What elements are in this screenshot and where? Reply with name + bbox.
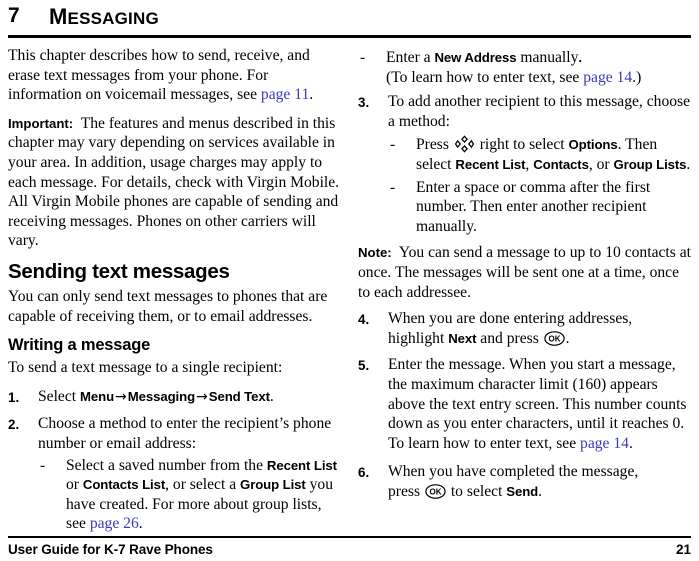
step-6-number: 6. <box>358 465 370 481</box>
menu-item-new-address[interactable]: New Address <box>435 50 517 65</box>
steps-list-left: 1. Select Menu→Messaging→Send Text. 2. C… <box>8 387 341 534</box>
note-text: You can send a message to up to 10 conta… <box>358 244 691 301</box>
step-4: 4. When you are done entering addresses,… <box>358 309 691 348</box>
step-3-dash-item-1: - Press right to select Options. Then se… <box>388 135 691 174</box>
step-6-mid: to select <box>446 482 507 500</box>
link-page-26[interactable]: page 26 <box>90 515 139 532</box>
step-1-text-post: . <box>269 387 274 405</box>
chapter-header: 7 MESSAGING <box>8 2 691 34</box>
step-3: 3. To add another recipient to this mess… <box>358 92 691 236</box>
important-paragraph: Important: The features and menus descri… <box>8 114 341 251</box>
header-divider <box>8 35 691 38</box>
menu-item-recent-list[interactable]: Recent List <box>267 458 337 473</box>
link-page-14-a[interactable]: page 14 <box>583 69 632 86</box>
step-3-mid-text: right to select <box>475 136 569 154</box>
step-3-sep-2: , or <box>588 155 614 173</box>
arrow-icon-1: → <box>115 388 127 405</box>
section-heading-sending-text-messages: Sending text messages <box>8 259 230 283</box>
menu-item-contacts[interactable]: Contacts <box>533 157 589 172</box>
step-2: 2. Choose a method to enter the recipien… <box>8 414 341 534</box>
step-3-dash-2-text: Enter a space or comma after the first n… <box>416 178 651 235</box>
step-3-number: 3. <box>358 95 370 111</box>
menu-item-group-lists[interactable]: Group Lists <box>614 157 687 172</box>
note-paragraph: Note: You can send a message to up to 10… <box>358 243 691 302</box>
menu-item-next[interactable]: Next <box>448 331 476 346</box>
step-3-post: . <box>686 155 691 173</box>
link-page-14-b[interactable]: page 14 <box>580 435 629 452</box>
steps-list-right-2: 4. When you are done entering addresses,… <box>358 309 691 501</box>
new-address-line2-post: .) <box>632 68 642 86</box>
step-3-dash-item-2: - Enter a space or comma after the first… <box>388 178 691 237</box>
link-page-11[interactable]: page 11 <box>261 86 309 103</box>
dash-text-1: Select a saved number from the <box>66 456 267 474</box>
step-2-dash-item-1: - Select a saved number from the Recent … <box>38 456 341 534</box>
step-4-mid: and press <box>476 329 543 347</box>
note-label: Note: <box>358 245 392 261</box>
intro-paragraph: This chapter describes how to send, rece… <box>8 46 341 105</box>
step-4-post: . <box>565 329 570 347</box>
chapter-number: 7 <box>8 4 20 27</box>
new-address-line2-pre: (To learn how to enter text, see <box>386 68 584 86</box>
steps-list-right: 3. To add another recipient to this mess… <box>358 92 691 236</box>
dash-text-5: . <box>138 515 143 533</box>
menu-item-messaging[interactable]: Messaging <box>128 389 195 404</box>
new-address-period: . <box>578 50 583 65</box>
step-1-number: 1. <box>8 389 20 405</box>
step-5-pre: Enter the message. When you start a mess… <box>388 356 687 452</box>
chapter-title-initial: M <box>49 4 68 29</box>
footer-divider <box>8 536 691 538</box>
step-3-press-text: Press <box>416 136 453 154</box>
right-column: - Enter a New Address manually. (To lear… <box>358 46 691 508</box>
subsection-heading-writing-a-message: Writing a message <box>8 336 151 355</box>
menu-item-send-text[interactable]: Send Text <box>209 389 270 404</box>
step-6-press-text: press <box>388 482 424 500</box>
dash-text-2: or <box>66 476 83 494</box>
menu-item-recent-list[interactable]: Recent List <box>455 157 525 172</box>
important-text: The features and menus described in this… <box>8 114 340 250</box>
step-6-line-1: When you have completed the message, <box>388 463 639 481</box>
step-5-number: 5. <box>358 358 370 374</box>
dash-item-new-address: - Enter a New Address manually. (To lear… <box>358 48 691 87</box>
arrow-icon-2: → <box>196 388 208 405</box>
footer-page-number: 21 <box>675 542 691 557</box>
step-2-text: Choose a method to enter the recipient’s… <box>38 415 332 452</box>
menu-item-send[interactable]: Send <box>506 484 538 499</box>
ok-key-icon: OK <box>543 330 565 346</box>
svg-text:OK: OK <box>429 487 441 496</box>
step-5: 5. Enter the message. When you start a m… <box>358 355 691 453</box>
chapter-title-rest: ESSAGING <box>67 9 159 28</box>
nav-key-icon <box>454 135 474 154</box>
dash-text-3: , or select a <box>165 476 241 494</box>
user-guide-page: 7 MESSAGING This chapter describes how t… <box>0 0 699 561</box>
menu-item-menu[interactable]: Menu <box>80 389 114 404</box>
step-1: 1. Select Menu→Messaging→Send Text. <box>8 387 341 408</box>
new-address-text-2: manually <box>516 49 579 66</box>
step-1-text-pre: Select <box>38 387 80 405</box>
step-2-number: 2. <box>8 417 20 433</box>
svg-text:OK: OK <box>548 334 560 343</box>
step-4-number: 4. <box>358 312 370 328</box>
step-6: 6. When you have completed the message, … <box>358 462 691 501</box>
dash-bullet-icon: - <box>360 49 366 66</box>
step-3-text: To add another recipient to this message… <box>388 93 691 130</box>
ok-key-icon: OK <box>425 484 446 499</box>
section-intro-paragraph: You can only send text messages to phone… <box>8 287 328 325</box>
important-label: Important: <box>8 115 74 131</box>
footer-title: User Guide for K-7 Rave Phones <box>8 542 213 557</box>
left-column: This chapter describes how to send, rece… <box>8 46 341 541</box>
menu-item-contacts-list[interactable]: Contacts List <box>83 477 165 492</box>
subsection-intro-paragraph: To send a text message to a single recip… <box>8 359 283 377</box>
new-address-text-1: Enter a <box>386 49 435 66</box>
step-5-post: . <box>628 434 633 452</box>
page-title: MESSAGING <box>49 4 159 30</box>
dash-bullet-icon: - <box>390 178 396 196</box>
menu-item-group-list[interactable]: Group List <box>240 477 306 492</box>
dash-bullet-icon: - <box>40 456 46 474</box>
intro-text-2: . <box>309 86 314 104</box>
menu-item-options[interactable]: Options <box>569 137 618 152</box>
dash-bullet-icon: - <box>390 136 396 154</box>
step-6-post: . <box>538 482 543 500</box>
